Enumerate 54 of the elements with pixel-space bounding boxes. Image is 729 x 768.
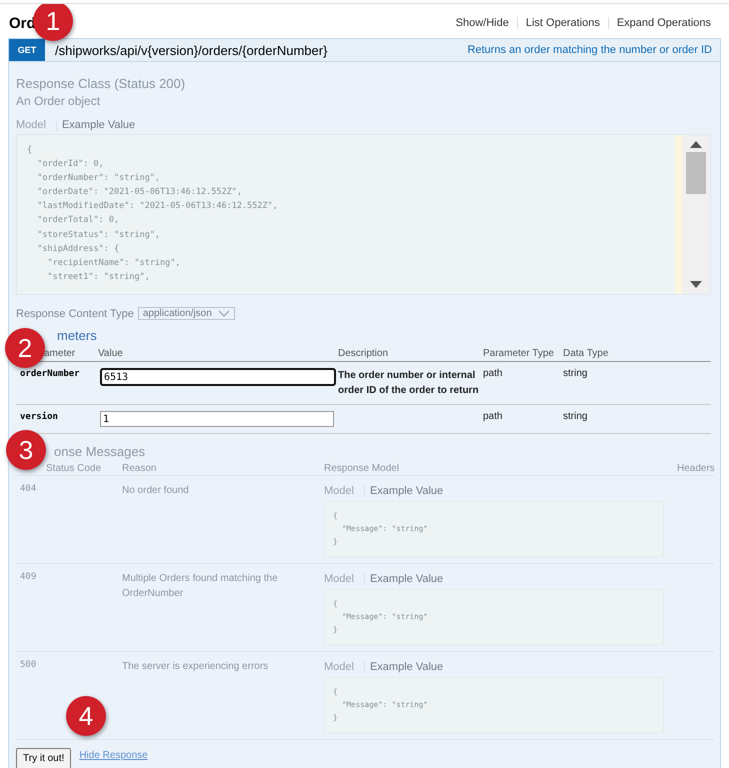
column-header: Headers bbox=[677, 462, 715, 476]
code-line: "orderNumber": "string", bbox=[36, 172, 162, 186]
chevron-down-icon bbox=[218, 310, 230, 317]
tab[interactable]: Example Value bbox=[364, 660, 448, 672]
section-heading: onse Messages bbox=[54, 444, 146, 459]
content-type-select[interactable]: application/json bbox=[138, 307, 235, 320]
code-line: "orderTotal": 0, bbox=[36, 214, 120, 228]
tab[interactable]: Model bbox=[324, 484, 359, 496]
scroll-up-icon[interactable] bbox=[690, 141, 702, 148]
tab[interactable]: Model bbox=[324, 572, 359, 584]
status-code: 404 bbox=[16, 476, 122, 564]
header-link[interactable]: Expand Operations bbox=[608, 17, 719, 29]
endpoint-path: /shipworks/api/v{version}/orders/{orderNumber} bbox=[55, 42, 328, 58]
hide-response-link[interactable]: Hide Response bbox=[79, 750, 148, 761]
section-heading: Response Class (Status 200) bbox=[16, 76, 186, 91]
code-line: "storeStatus": "string", bbox=[36, 228, 162, 242]
header-link[interactable]: List Operations bbox=[516, 17, 608, 29]
tab[interactable]: Example Value bbox=[364, 572, 448, 584]
tab[interactable]: Model bbox=[16, 118, 51, 130]
input-field[interactable]: 1 bbox=[100, 411, 334, 427]
code-line: "orderId": 0, bbox=[36, 158, 105, 172]
scroll-down-icon[interactable] bbox=[690, 281, 702, 288]
scroll-thumb[interactable] bbox=[686, 152, 706, 194]
column-header: Parameter Type bbox=[483, 346, 563, 362]
field-label: Response Content Type bbox=[16, 308, 134, 320]
input-field[interactable]: 6513 bbox=[100, 368, 336, 386]
status-code: 409 bbox=[16, 564, 122, 652]
table-cell: string bbox=[563, 362, 711, 405]
operation-bar[interactable]: GET /shipworks/api/v{version}/orders/{orderNumber} Returns an order matching the number or order ID bbox=[8, 38, 721, 62]
table-cell: path bbox=[483, 362, 563, 405]
code-line: "shipAddress": { bbox=[36, 242, 120, 256]
column-header: Description bbox=[338, 346, 483, 362]
table-cell: string bbox=[563, 405, 711, 434]
code-line: { bbox=[27, 144, 34, 157]
method-badge: GET bbox=[9, 39, 45, 61]
code-line: "orderDate": "2021-05-06T13:46:12.552Z", bbox=[36, 186, 243, 200]
code-line: "street1": "string", bbox=[46, 270, 151, 284]
operation-summary: Returns an order matching the number or order ID bbox=[467, 44, 712, 56]
header-link[interactable]: Show/Hide bbox=[448, 17, 517, 29]
code-line: "recipientName": "string", bbox=[46, 256, 182, 270]
tab[interactable]: Model bbox=[324, 660, 359, 672]
code-line: "lastModifiedDate": "2021-05-06T13:46:12.552Z", bbox=[36, 200, 279, 214]
callout-badge: 1 bbox=[33, 4, 73, 41]
table-cell: path bbox=[483, 405, 563, 434]
model-description: An Order object bbox=[16, 94, 102, 108]
column-header: Reason bbox=[122, 462, 324, 476]
column-header: Data Type bbox=[563, 346, 711, 362]
try-it-out-button[interactable]: Try it out! bbox=[16, 748, 72, 768]
tab[interactable]: Example Value bbox=[364, 484, 448, 496]
column-header: Response Model bbox=[324, 462, 677, 476]
column-header: Value bbox=[98, 346, 338, 362]
tab[interactable]: Example Value bbox=[56, 118, 140, 130]
table-cell: The order number or internal order ID of the order to return bbox=[338, 362, 483, 405]
section-heading: meters bbox=[57, 328, 97, 343]
